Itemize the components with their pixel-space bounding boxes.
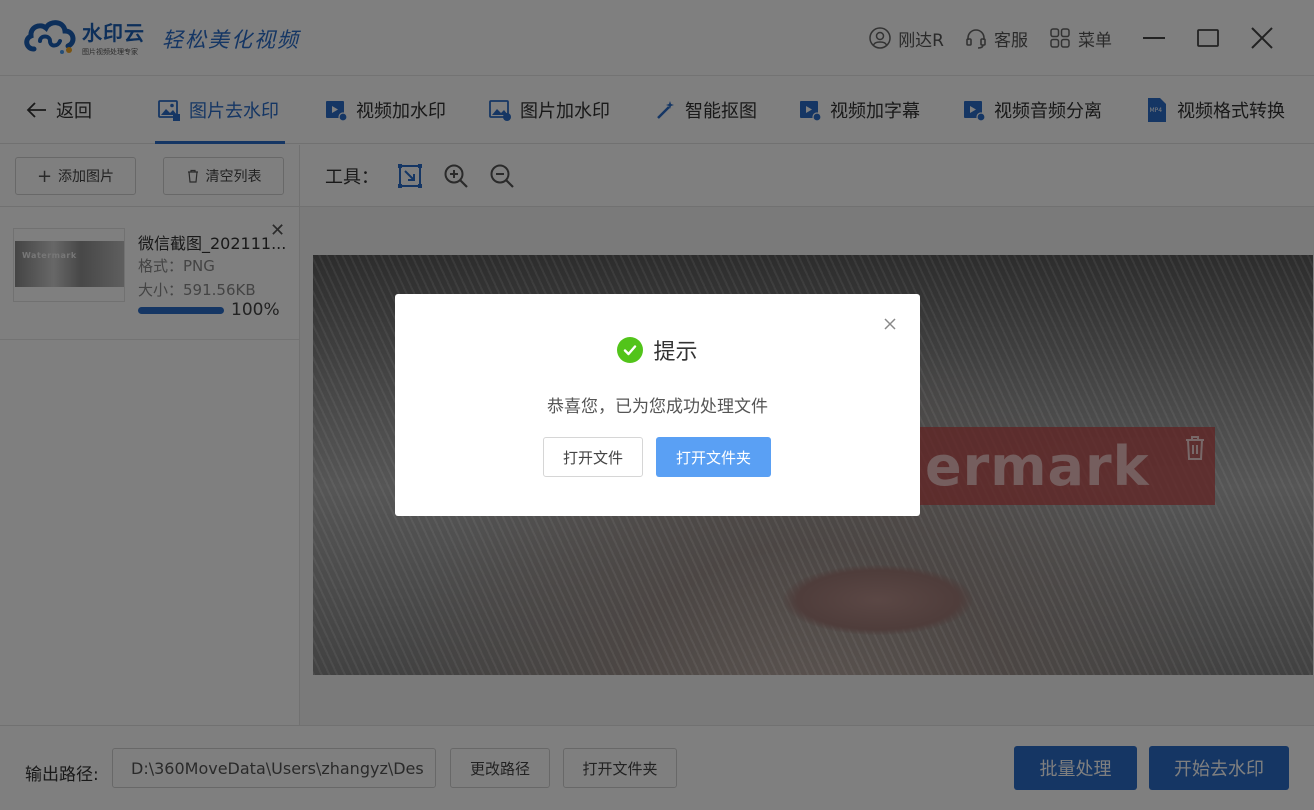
dialog-title: 提示 (653, 340, 698, 365)
success-dialog: 提示 恭喜您，已为您成功处理文件 打开文件 打开文件夹 (395, 294, 920, 516)
success-check-icon (617, 337, 644, 363)
close-icon (884, 318, 896, 330)
open-file-button[interactable]: 打开文件 (543, 437, 643, 477)
open-folder-button[interactable]: 打开文件夹 (656, 437, 771, 477)
dialog-close-button[interactable] (882, 316, 898, 332)
dialog-message: 恭喜您，已为您成功处理文件 (547, 397, 768, 417)
